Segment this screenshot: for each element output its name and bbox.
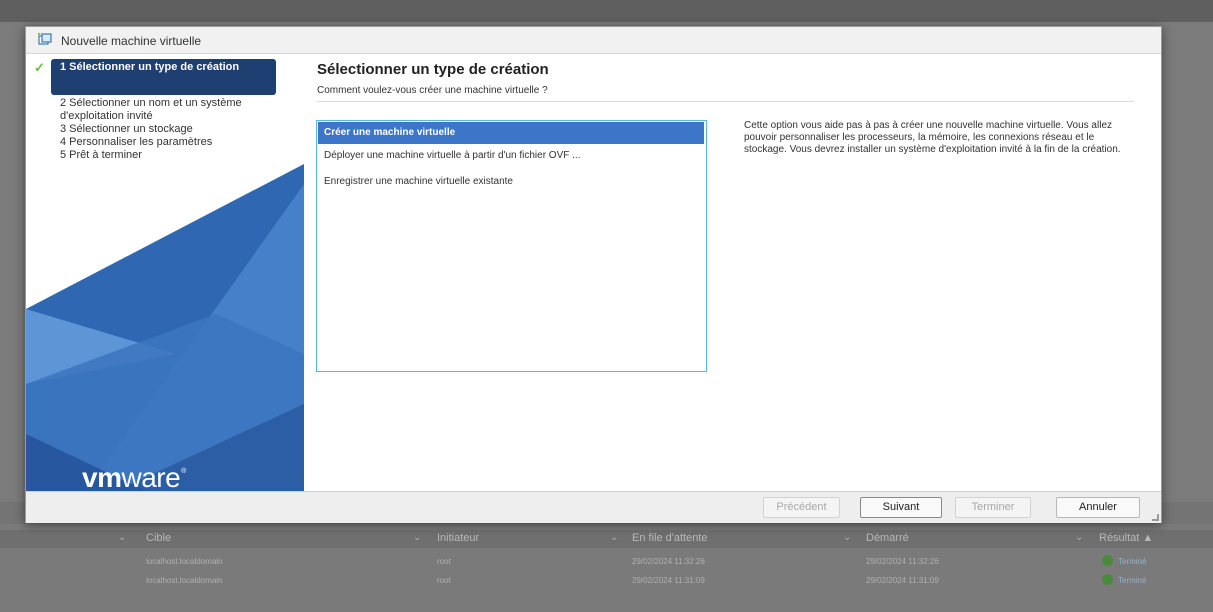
checkmark-icon: ✓ [34,60,45,75]
wizard-step-label: 4 Personnaliser les paramètres [60,136,213,148]
wizard-step-label: 1 Sélectionner un type de création [60,61,240,73]
chevron-down-icon: ⌄ [118,532,127,543]
chevron-down-icon: ⌄ [610,532,619,543]
wizard-step-3[interactable]: 3 Sélectionner un stockage [26,123,304,136]
new-vm-wizard-dialog: Nouvelle machine virtuelle ✓ 1 Sélection… [25,26,1162,523]
option-deploy-ovf[interactable]: Déployer une machine virtuelle à partir … [318,145,704,167]
back-button[interactable]: Précédent [763,497,840,518]
table-cell-initiator: root [437,576,451,585]
table-cell-result: Terminé [1118,576,1147,585]
table-cell-initiator: root [437,557,451,566]
wizard-footer: Précédent Suivant Terminer Annuler [26,491,1161,523]
option-register-vm[interactable]: Enregistrer une machine virtuelle exista… [318,171,704,193]
table-cell-queued: 29/02/2024 11:32:26 [632,557,705,566]
success-icon [1102,574,1113,585]
chevron-down-icon: ⌄ [843,532,852,543]
table-cell-started: 29/02/2024 11:32:26 [866,557,939,566]
table-cell-target: localhost.localdomain [146,557,223,566]
column-header-result: Résultat ▲ [1099,532,1154,544]
table-cell-target: localhost.localdomain [146,576,223,585]
recent-tasks-header [0,530,1213,548]
table-cell-started: 29/02/2024 11:31:09 [866,576,939,585]
dialog-title: Nouvelle machine virtuelle [61,34,202,48]
wizard-step-label: 5 Prêt à terminer [60,149,142,161]
wizard-step-label: 2 Sélectionner un nom et un système d'ex… [60,97,242,122]
new-vm-icon [38,33,52,45]
column-header-initiator: Initiateur [437,532,480,544]
dialog-titlebar[interactable]: Nouvelle machine virtuelle [26,27,1161,54]
wizard-step-label: 3 Sélectionner un stockage [60,123,193,135]
column-header-queued: En file d'attente [632,532,708,544]
wizard-sidebar: ✓ 1 Sélectionner un type de création 2 S… [26,54,304,491]
table-cell-result: Terminé [1118,557,1147,566]
creation-type-list[interactable]: Créer une machine virtuelle Déployer une… [316,120,707,372]
chevron-down-icon: ⌄ [413,532,422,543]
divider [317,101,1134,102]
wizard-step-2[interactable]: 2 Sélectionner un nom et un système d'ex… [26,97,304,123]
wizard-content: Sélectionner un type de création Comment… [304,54,1161,491]
wizard-step-1[interactable]: ✓ 1 Sélectionner un type de création [26,59,304,97]
option-description: Cette option vous aide pas à pas à créer… [744,120,1121,155]
finish-button[interactable]: Terminer [955,497,1031,518]
resize-handle[interactable] [1152,514,1159,521]
background-header [0,0,1213,22]
table-cell-queued: 29/02/2024 11:31:09 [632,576,705,585]
next-button[interactable]: Suivant [860,497,942,518]
column-header-started: Démarré [866,532,909,544]
success-icon [1102,555,1113,566]
wizard-step-4[interactable]: 4 Personnaliser les paramètres [26,136,304,149]
wizard-step-5[interactable]: 5 Prêt à terminer [26,149,304,162]
vmware-logo: vmware® [82,462,186,491]
cancel-button[interactable]: Annuler [1056,497,1140,518]
page-subtitle: Comment voulez-vous créer une machine vi… [317,85,548,96]
column-header-target: Cible [146,532,172,544]
wizard-steps: ✓ 1 Sélectionner un type de création 2 S… [26,59,304,162]
page-title: Sélectionner un type de création [317,61,549,78]
option-create-vm[interactable]: Créer une machine virtuelle [318,122,704,144]
chevron-down-icon: ⌄ [1075,532,1084,543]
